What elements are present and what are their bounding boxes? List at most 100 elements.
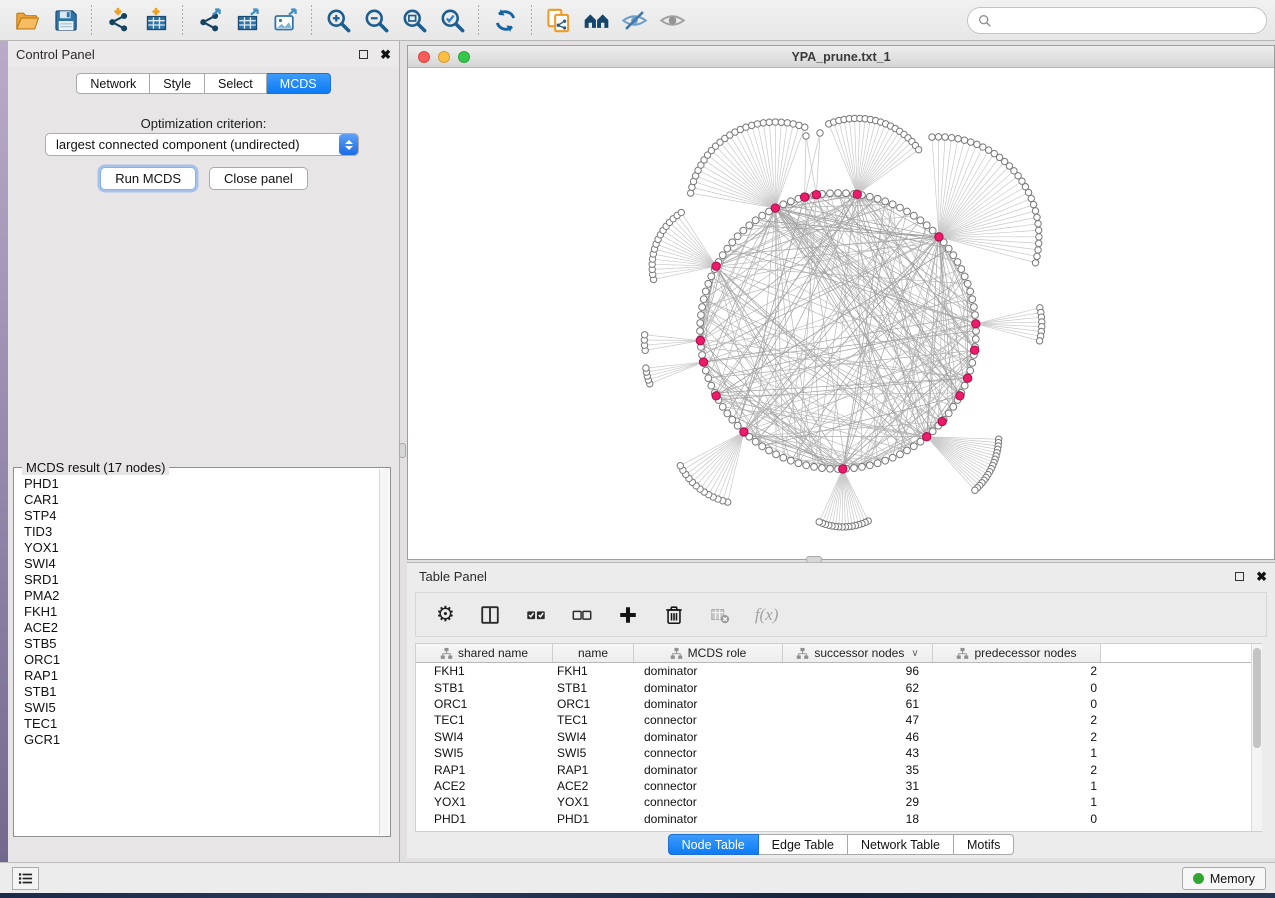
cell[interactable]: 0	[933, 812, 1101, 826]
cell[interactable]: 18	[783, 812, 933, 826]
cell[interactable]: 43	[783, 746, 933, 760]
column-header-name[interactable]: name	[553, 644, 634, 662]
column-header-shared-name[interactable]: shared name	[416, 644, 553, 662]
cell[interactable]: TEC1	[553, 713, 634, 727]
select-all-icon[interactable]	[525, 604, 547, 626]
zoom-in-button[interactable]	[319, 3, 357, 37]
cell[interactable]: SWI4	[416, 730, 553, 744]
mcds-list-scrollbar[interactable]	[379, 469, 389, 835]
show-all-button[interactable]	[653, 3, 691, 37]
delete-table-icon[interactable]	[709, 604, 731, 626]
cell[interactable]: PHD1	[553, 812, 634, 826]
mcds-result-item[interactable]: TID3	[24, 524, 379, 540]
table-close-icon[interactable]: ✖	[1256, 570, 1267, 583]
cell[interactable]: ORC1	[553, 697, 634, 711]
tab-node-table[interactable]: Node Table	[668, 834, 759, 855]
mcds-result-item[interactable]: PHD1	[24, 476, 379, 492]
search-input[interactable]	[998, 13, 1256, 28]
mcds-result-item[interactable]: STB5	[24, 636, 379, 652]
cell[interactable]: connector	[634, 779, 783, 793]
table-scrollbar-thumb[interactable]	[1253, 648, 1261, 748]
mcds-result-item[interactable]: STB1	[24, 684, 379, 700]
close-panel-button[interactable]: Close panel	[209, 167, 308, 190]
table-row-ORC1[interactable]: ORC1ORC1dominator610	[416, 696, 1261, 712]
cell[interactable]: 29	[783, 795, 933, 809]
save-button[interactable]	[46, 3, 84, 37]
table-float-icon[interactable]	[1235, 572, 1244, 581]
minimize-window-icon[interactable]	[438, 51, 450, 63]
close-window-icon[interactable]	[418, 51, 430, 63]
mcds-result-item[interactable]: TEC1	[24, 716, 379, 732]
zoom-fit-button[interactable]	[395, 3, 433, 37]
delete-column-icon[interactable]	[663, 604, 685, 626]
cell[interactable]: ACE2	[553, 779, 634, 793]
tab-network[interactable]: Network	[76, 73, 150, 94]
cell[interactable]: STB1	[553, 681, 634, 695]
close-panel-icon[interactable]: ✖	[380, 48, 391, 61]
add-column-icon[interactable]	[617, 604, 639, 626]
cell[interactable]: 2	[933, 763, 1101, 777]
cell[interactable]: SWI4	[553, 730, 634, 744]
network-canvas[interactable]	[408, 68, 1274, 559]
import-table-button[interactable]	[137, 3, 175, 37]
cell[interactable]: FKH1	[416, 664, 553, 678]
cell[interactable]: 1	[933, 746, 1101, 760]
task-history-button[interactable]	[12, 867, 39, 890]
mcds-result-item[interactable]: FKH1	[24, 604, 379, 620]
table-row-PHD1[interactable]: PHD1PHD1dominator180	[416, 811, 1261, 827]
cell[interactable]: connector	[634, 746, 783, 760]
cell[interactable]: 2	[933, 664, 1101, 678]
import-network-button[interactable]	[99, 3, 137, 37]
cell[interactable]: TEC1	[416, 713, 553, 727]
mcds-result-item[interactable]: ACE2	[24, 620, 379, 636]
cell[interactable]: 62	[783, 681, 933, 695]
refresh-button[interactable]	[486, 3, 524, 37]
mcds-result-item[interactable]: SWI4	[24, 556, 379, 572]
tab-mcds[interactable]: MCDS	[267, 73, 331, 94]
mcds-result-item[interactable]: RAP1	[24, 668, 379, 684]
export-table-button[interactable]	[228, 3, 266, 37]
table-row-TEC1[interactable]: TEC1TEC1connector472	[416, 712, 1261, 728]
vertical-splitter-grip[interactable]	[399, 443, 406, 458]
cell[interactable]: connector	[634, 795, 783, 809]
tab-edge-table[interactable]: Edge Table	[759, 834, 848, 855]
settings-gear-icon[interactable]: ⚙	[436, 604, 455, 625]
cell[interactable]: RAP1	[553, 763, 634, 777]
tab-network-table[interactable]: Network Table	[848, 834, 954, 855]
mcds-result-item[interactable]: CAR1	[24, 492, 379, 508]
cell[interactable]: YOX1	[416, 795, 553, 809]
mcds-result-item[interactable]: SWI5	[24, 700, 379, 716]
table-row-SWI4[interactable]: SWI4SWI4dominator462	[416, 729, 1261, 745]
cell[interactable]: dominator	[634, 681, 783, 695]
cell[interactable]: dominator	[634, 664, 783, 678]
table-row-SWI5[interactable]: SWI5SWI5connector431	[416, 745, 1261, 761]
mcds-result-item[interactable]: YOX1	[24, 540, 379, 556]
cell[interactable]: connector	[634, 713, 783, 727]
cell[interactable]: 2	[933, 713, 1101, 727]
first-neighbors-button[interactable]	[577, 3, 615, 37]
tab-style[interactable]: Style	[150, 73, 205, 94]
network-window-titlebar[interactable]: YPA_prune.txt_1	[408, 46, 1274, 68]
cell[interactable]: 35	[783, 763, 933, 777]
optimization-criterion-select[interactable]: largest connected component (undirected)	[45, 133, 359, 156]
cell[interactable]: 31	[783, 779, 933, 793]
table-row-RAP1[interactable]: RAP1RAP1dominator352	[416, 761, 1261, 777]
cell[interactable]: dominator	[634, 763, 783, 777]
table-vertical-scrollbar[interactable]	[1251, 644, 1262, 831]
cell[interactable]: 1	[933, 779, 1101, 793]
mcds-result-item[interactable]: GCR1	[24, 732, 379, 748]
cell[interactable]: PHD1	[416, 812, 553, 826]
cell[interactable]: dominator	[634, 697, 783, 711]
cell[interactable]: dominator	[634, 812, 783, 826]
memory-button[interactable]: Memory	[1182, 867, 1266, 890]
open-folder-button[interactable]	[8, 3, 46, 37]
zoom-out-button[interactable]	[357, 3, 395, 37]
table-row-STB1[interactable]: STB1STB1dominator620	[416, 679, 1261, 695]
cell[interactable]: FKH1	[553, 664, 634, 678]
cell[interactable]: 2	[933, 730, 1101, 744]
maximize-window-icon[interactable]	[458, 51, 470, 63]
zoom-selected-button[interactable]	[433, 3, 471, 37]
cell[interactable]: YOX1	[553, 795, 634, 809]
mcds-result-item[interactable]: SRD1	[24, 572, 379, 588]
cell[interactable]: dominator	[634, 730, 783, 744]
